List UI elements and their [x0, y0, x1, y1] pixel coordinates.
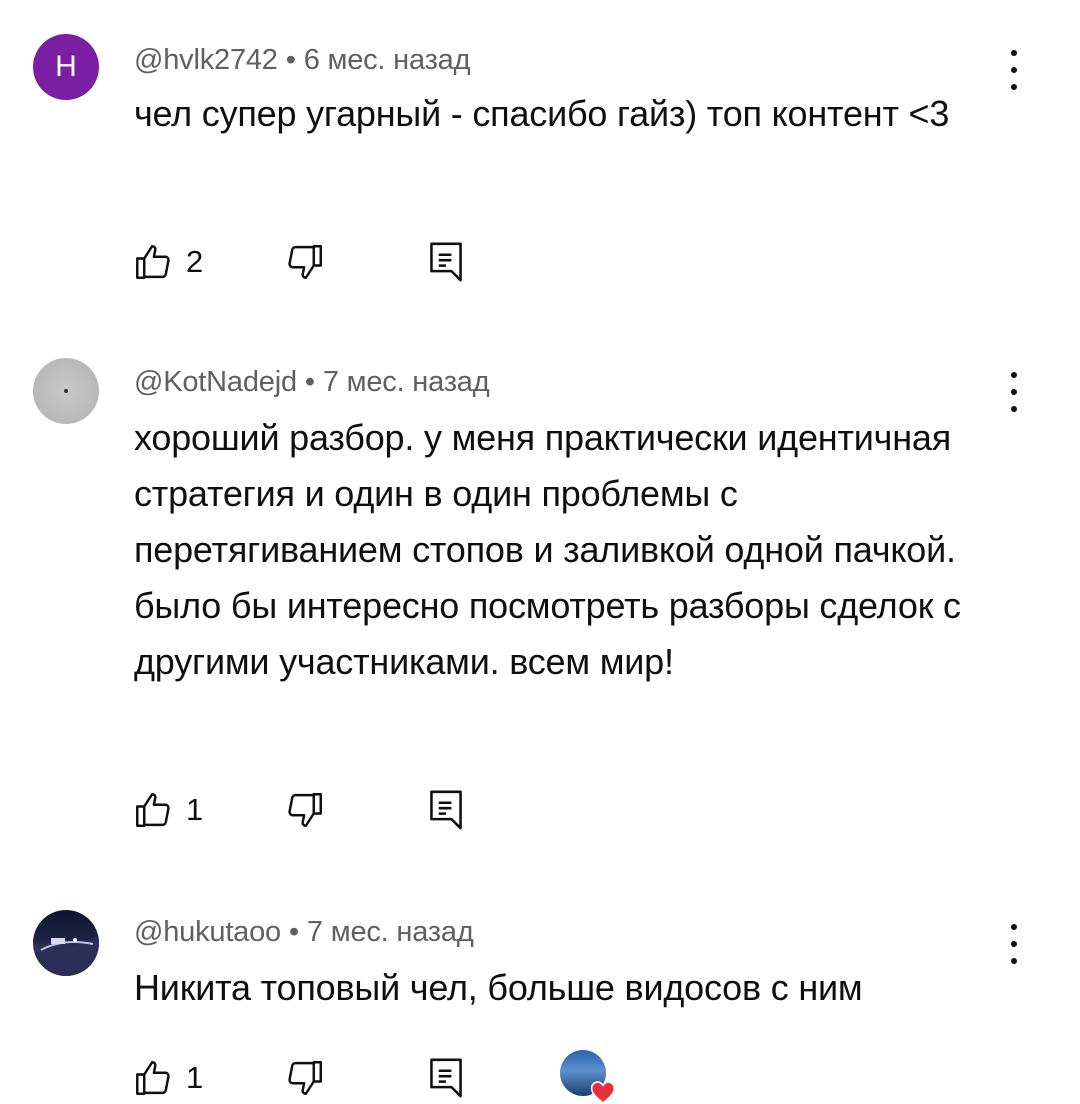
- separator: •: [304, 366, 315, 398]
- reply-icon: [430, 1058, 462, 1098]
- comment-actions: 1: [132, 1050, 732, 1104]
- dislike-button[interactable]: [284, 1056, 326, 1100]
- more-vert-icon[interactable]: [1002, 924, 1026, 964]
- avatar-image: [33, 936, 99, 976]
- timestamp[interactable]: 6 мес. назад: [304, 44, 471, 76]
- comment-text: Никита топовый чел, больше видосов с ним: [134, 967, 863, 1008]
- author-handle[interactable]: @KotNadejd: [134, 366, 297, 398]
- like-button[interactable]: 2: [132, 240, 203, 284]
- author-handle[interactable]: @hvlk2742: [134, 44, 278, 76]
- reply-icon: [430, 242, 462, 282]
- avatar[interactable]: [33, 358, 99, 424]
- like-count: 1: [186, 1060, 204, 1095]
- more-vert-icon[interactable]: [1002, 372, 1026, 412]
- like-button[interactable]: 1: [132, 1056, 203, 1100]
- timestamp[interactable]: 7 мес. назад: [323, 366, 490, 398]
- like-button[interactable]: 1: [132, 788, 203, 832]
- comment-text: чел супер угарный - спасибо гайз) топ ко…: [134, 93, 950, 134]
- separator: •: [288, 916, 299, 948]
- like-count: 2: [186, 244, 204, 279]
- comment-text: хороший разбор. у меня практически идент…: [134, 417, 961, 682]
- separator: •: [285, 44, 296, 76]
- thumbs-up-icon: [136, 1061, 170, 1095]
- thumbs-down-icon: [288, 245, 322, 279]
- author-handle[interactable]: @hukutaoo: [134, 916, 281, 948]
- avatar-letter: H: [55, 50, 77, 83]
- thumbs-up-icon: [136, 245, 170, 279]
- timestamp[interactable]: 7 мес. назад: [307, 916, 474, 948]
- heart-icon: [590, 1081, 616, 1104]
- creator-heart-badge: [560, 1050, 616, 1104]
- reply-button[interactable]: [426, 788, 466, 832]
- reply-icon: [430, 790, 462, 830]
- thumbs-down-icon: [288, 1061, 322, 1095]
- comment-meta: @hukutaoo • 7 мес. назад: [134, 916, 474, 949]
- comment-meta: @hvlk2742 • 6 мес. назад: [134, 44, 471, 77]
- thumbs-up-icon: [136, 793, 170, 827]
- comment-actions: 1: [132, 788, 732, 832]
- dislike-button[interactable]: [284, 240, 326, 284]
- avatar[interactable]: [33, 910, 99, 976]
- thumbs-down-icon: [288, 793, 322, 827]
- comment-meta: @KotNadejd • 7 мес. назад: [134, 366, 490, 399]
- reply-button[interactable]: [426, 240, 466, 284]
- avatar[interactable]: H: [33, 34, 99, 100]
- reply-button[interactable]: [426, 1056, 466, 1100]
- comment-actions: 2: [132, 240, 732, 284]
- like-count: 1: [186, 792, 204, 827]
- more-vert-icon[interactable]: [1002, 50, 1026, 90]
- dislike-button[interactable]: [284, 788, 326, 832]
